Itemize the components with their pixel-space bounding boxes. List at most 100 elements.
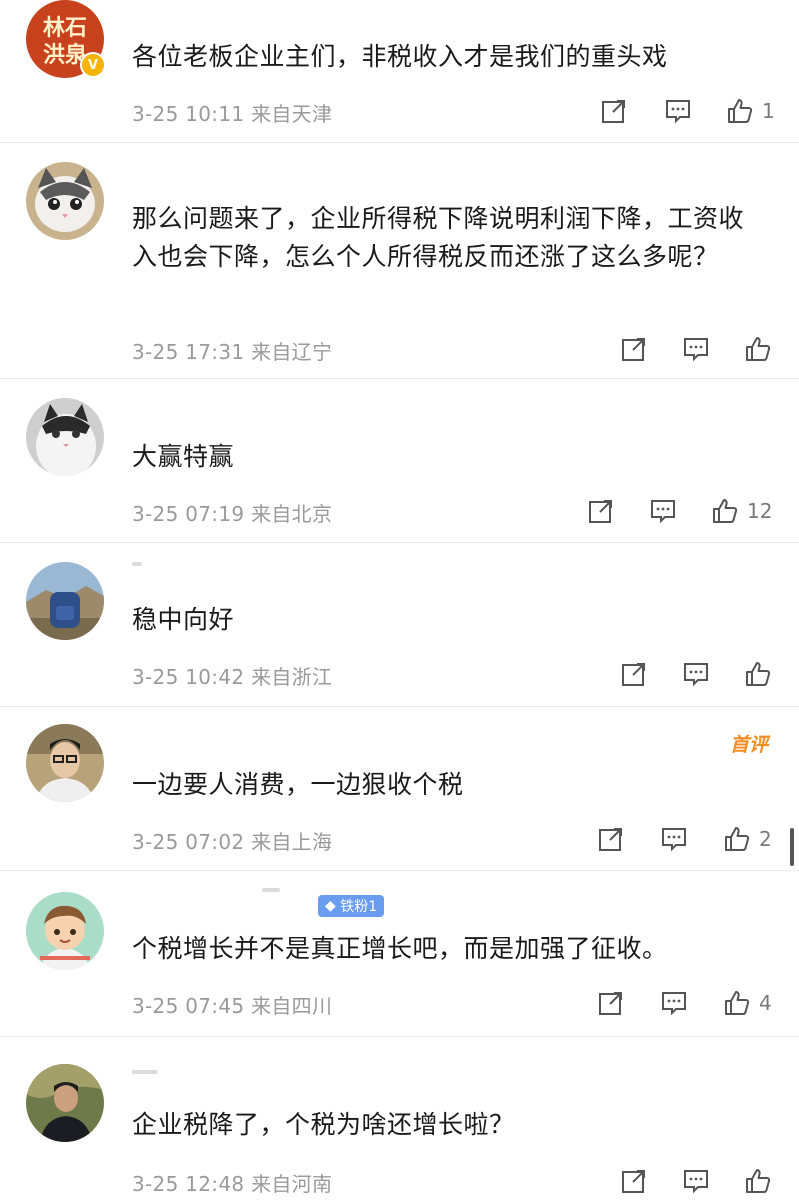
fan-badge-label: 铁粉1 [340,899,378,915]
comment-text: 个税增长并不是真正增长吧，而是加强了征收。 [132,934,668,963]
like-icon [725,991,750,1015]
username-placeholder [132,562,142,566]
share-button[interactable] [597,822,625,856]
comment-item: ◆ 铁粉1 个税增长并不是真正增长吧，而是加强了征收。 3-25 07:45 来… [0,870,799,1037]
comment-date: 3-25 10:11 [132,102,245,126]
comment-text: 那么问题来了，企业所得税下降说明利润下降，工资收入也会下降，怎么个人所得税反而还… [132,204,745,271]
comment-button[interactable] [660,986,688,1020]
share-button[interactable] [620,657,648,691]
comment-location: 来自四川 [251,994,333,1018]
avatar-cat-image [26,162,104,240]
share-icon [599,828,622,851]
like-icon [728,99,753,123]
comment-meta: 3-25 07:19 来自北京 [132,498,332,527]
avatar[interactable] [26,724,104,802]
like-button[interactable]: 1 [726,94,775,128]
like-icon [746,337,771,361]
share-button[interactable] [620,332,648,366]
comment-meta: 3-25 10:11 来自天津 [132,98,332,127]
like-button[interactable] [744,657,780,691]
comment-meta: 3-25 17:31 来自辽宁 [132,336,332,365]
comment-button[interactable] [660,822,688,856]
like-icon [746,662,771,686]
comment-text: 企业税降了，个税为啥还增长啦？ [132,1110,515,1139]
share-button[interactable] [620,1164,648,1198]
like-count: 2 [759,827,772,851]
comment-icon [662,828,686,852]
share-icon [599,992,622,1015]
like-icon [713,499,738,523]
comment-meta: 3-25 12:48 来自河南 [132,1168,332,1197]
comment-item: 企业税降了，个税为啥还增长啦？ 3-25 12:48 来自河南 [0,1036,799,1200]
username-placeholder [132,1070,158,1074]
comment-text: 稳中向好 [132,605,235,634]
avatar-backpack-image [26,562,104,640]
comment-text: 一边要人消费，一边狠收个税 [132,770,464,799]
username-placeholder [262,888,280,892]
comment-date: 3-25 17:31 [132,340,245,364]
comment-text: 各位老板企业主们，非税收入才是我们的重头戏 [132,42,668,71]
comment-button[interactable] [649,494,677,528]
like-count: 12 [747,499,773,523]
like-icon [746,1169,771,1193]
comment-date: 3-25 12:48 [132,1172,245,1196]
comment-date: 3-25 10:42 [132,665,245,689]
comment-button[interactable] [682,332,710,366]
share-button[interactable] [600,94,628,128]
share-icon [622,1170,645,1193]
avatar[interactable] [26,398,104,476]
comment-location: 来自上海 [251,830,333,854]
comment-icon [662,992,686,1016]
like-button[interactable]: 2 [723,822,772,856]
diamond-icon: ◆ [325,898,336,914]
comment-item: 稳中向好 3-25 10:42 来自浙江 [0,542,799,707]
comment-item: 大赢特赢 3-25 07:19 来自北京 12 [0,378,799,543]
comment-text: 大赢特赢 [132,442,235,471]
comment-meta: 3-25 10:42 来自浙江 [132,661,332,690]
like-button[interactable]: 12 [711,494,772,528]
comment-date: 3-25 07:02 [132,830,245,854]
comment-location: 来自辽宁 [251,340,333,364]
share-button[interactable] [597,986,625,1020]
like-count: 1 [762,99,775,123]
comment-button[interactable] [682,657,710,691]
like-icon [725,827,750,851]
share-button[interactable] [587,494,615,528]
comment-date: 3-25 07:19 [132,502,245,526]
like-button[interactable] [744,332,780,366]
comment-date: 3-25 07:45 [132,994,245,1018]
comment-button[interactable] [682,1164,710,1198]
share-icon [602,100,625,123]
avatar[interactable] [26,1064,104,1142]
share-icon [589,500,612,523]
comment-icon [666,100,690,124]
like-count: 4 [759,991,772,1015]
comment-location: 来自北京 [251,502,333,526]
first-comment-tag: 首评 [730,734,769,756]
share-icon [622,663,645,686]
avatar-portrait-image [26,724,104,802]
comment-icon [684,663,708,687]
share-icon [622,338,645,361]
like-button[interactable] [744,1164,780,1198]
comment-meta: 3-25 07:02 来自上海 [132,826,332,855]
avatar[interactable] [26,162,104,240]
comment-location: 来自河南 [251,1172,333,1196]
comment-item: 一边要人消费，一边狠收个税 3-25 07:02 来自上海 2 [0,706,799,871]
like-button[interactable]: 4 [723,986,772,1020]
comment-icon [651,500,675,524]
avatar-cartoon-boy-image [26,892,104,970]
avatar-cat-image [26,398,104,476]
fan-badge: ◆ 铁粉1 [318,895,385,917]
comment-item: 林石 洪泉 V 各位老板企业主们，非税收入才是我们的重头戏 3-25 10:11… [0,0,799,143]
avatar[interactable] [26,892,104,970]
comment-meta: 3-25 07:45 来自四川 [132,990,332,1019]
scrollbar[interactable] [790,828,794,866]
comment-icon [684,1170,708,1194]
avatar[interactable] [26,562,104,640]
comment-button[interactable] [664,94,692,128]
comment-location: 来自天津 [251,102,333,126]
comment-icon [684,338,708,362]
avatar-photo-image [26,1064,104,1142]
comment-item: 那么问题来了，企业所得税下降说明利润下降，工资收入也会下降，怎么个人所得税反而还… [0,142,799,379]
